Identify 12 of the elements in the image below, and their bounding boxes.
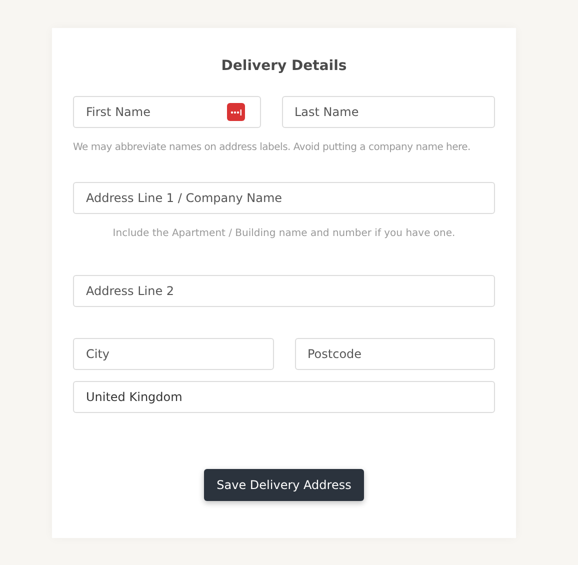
postcode-field[interactable]: Postcode [294,338,495,370]
city-field[interactable]: City [73,338,274,370]
save-button[interactable]: Save Delivery Address [204,469,364,501]
form-title: Delivery Details [220,57,348,75]
first-name-field[interactable]: First Name [73,96,260,128]
address-hint: Include the Apartment / Building name and number if you have one. [112,227,456,241]
address-line-1-field[interactable]: Address Line 1 / Company Name [73,182,495,214]
country-field[interactable]: United Kingdom [73,381,495,413]
name-hint: We may abbreviate names on address labels. Avoid putting a company name here. [73,141,472,155]
password-manager-icon[interactable] [226,103,244,121]
address-line-2-field[interactable]: Address Line 2 [73,275,495,307]
last-name-field[interactable]: Last Name [282,96,495,128]
